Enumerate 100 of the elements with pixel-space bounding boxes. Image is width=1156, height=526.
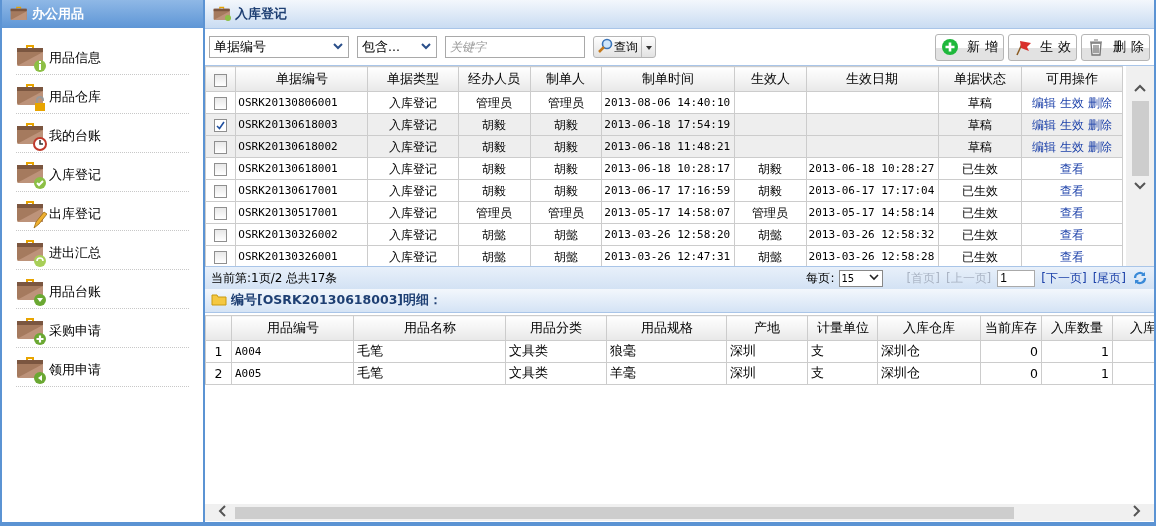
action-link[interactable]: 编辑 bbox=[1031, 117, 1056, 132]
field-select[interactable]: 单据编号 bbox=[209, 36, 349, 58]
scrollbar-thumb[interactable] bbox=[235, 506, 1014, 519]
table-cell: 胡懿 bbox=[758, 249, 783, 264]
checkbox[interactable] bbox=[214, 118, 228, 132]
action-link[interactable]: 编辑 bbox=[1031, 139, 1056, 154]
column-header[interactable]: 用品规格 bbox=[606, 315, 727, 341]
action-link[interactable]: 查看 bbox=[1059, 183, 1084, 198]
table-cell: 胡毅 bbox=[758, 183, 783, 198]
sidebar-item[interactable]: 入库登记 bbox=[16, 153, 189, 192]
column-header[interactable]: 制单时间 bbox=[601, 66, 735, 92]
vertical-scrollbar[interactable] bbox=[1126, 66, 1154, 266]
table-row[interactable]: OSRK20130617001 入库登记 胡毅 胡毅 2013-06-17 17:16:59 胡毅 2013-06-17 17:17:04 已生效 查看 bbox=[205, 179, 1123, 202]
status-text: 已生效 bbox=[961, 161, 998, 176]
table-cell: 管理员 bbox=[476, 95, 513, 110]
search-icon bbox=[597, 37, 613, 54]
page-number-field[interactable]: 1 bbox=[997, 269, 1036, 287]
table-cell: 支 bbox=[811, 365, 824, 380]
table-cell: 胡懿 bbox=[758, 227, 783, 242]
table-cell: A004 bbox=[235, 345, 262, 358]
column-header[interactable]: 用品分类 bbox=[505, 315, 607, 341]
table-cell: 文具类 bbox=[509, 343, 548, 358]
action-link[interactable]: 生效 bbox=[1059, 139, 1084, 154]
table-row[interactable]: OSRK20130517001 入库登记 管理员 管理员 2013-05-17 14:58:07 管理员 2013-05-17 14:58:14 已生效 查看 bbox=[205, 201, 1123, 224]
column-header[interactable]: 生效日期 bbox=[806, 66, 939, 92]
status-text: 草稿 bbox=[967, 139, 992, 154]
pager-link[interactable]: [下一页] bbox=[1041, 269, 1087, 287]
checkbox[interactable] bbox=[214, 73, 228, 87]
column-header[interactable]: 入库仓库 bbox=[877, 315, 981, 341]
chevron-down-icon bbox=[420, 41, 432, 51]
table-row[interactable]: OSRK20130618003 入库登记 胡毅 胡毅 2013-06-18 17:54:19 草稿 编辑 生效 删除 bbox=[205, 113, 1123, 136]
column-header[interactable]: 当前库存 bbox=[980, 315, 1042, 341]
delete-button[interactable]: 删 除 bbox=[1081, 33, 1150, 61]
sidebar-item[interactable]: 领用申请 bbox=[16, 348, 189, 387]
checkbox[interactable] bbox=[214, 140, 228, 154]
column-header[interactable]: 入库数量 bbox=[1041, 315, 1113, 341]
briefcase-icon bbox=[16, 354, 47, 385]
sidebar-item[interactable]: 用品仓库 bbox=[16, 75, 189, 114]
checkbox[interactable] bbox=[214, 206, 228, 220]
column-header[interactable]: 经办人员 bbox=[458, 66, 530, 92]
document-number: OSRK20130806001 bbox=[238, 95, 338, 109]
table-cell: 胡懿 bbox=[553, 249, 578, 264]
sidebar-item[interactable]: 用品信息 bbox=[16, 36, 189, 75]
action-link[interactable]: 生效 bbox=[1059, 95, 1084, 110]
table-row[interactable]: OSRK20130806001 入库登记 管理员 管理员 2013-08-06 14:40:10 草稿 编辑 生效 删除 bbox=[205, 91, 1123, 114]
action-link[interactable]: 生效 bbox=[1059, 117, 1084, 132]
document-number: OSRK20130617001 bbox=[238, 183, 338, 197]
sidebar-item[interactable]: 用品台账 bbox=[16, 270, 189, 309]
page-size-select[interactable]: 15 bbox=[838, 269, 883, 287]
table-cell: 2013-06-18 10:28:27 bbox=[808, 161, 935, 175]
table-cell: 2013-06-17 17:17:04 bbox=[808, 183, 935, 197]
action-link[interactable]: 查看 bbox=[1059, 249, 1084, 264]
column-header[interactable]: 单据类型 bbox=[367, 66, 459, 92]
checkbox[interactable] bbox=[214, 96, 228, 110]
column-header[interactable]: 计量单位 bbox=[807, 315, 878, 341]
chevron-down-icon bbox=[867, 272, 880, 282]
horizontal-scrollbar[interactable] bbox=[205, 504, 1154, 521]
table-row[interactable]: OSRK20130618002 入库登记 胡毅 胡毅 2013-06-18 11:48:21 草稿 编辑 生效 删除 bbox=[205, 135, 1123, 158]
column-header[interactable]: 用品编号 bbox=[231, 315, 354, 341]
table-cell: 入库登记 bbox=[388, 139, 437, 154]
activate-button[interactable]: 生 效 bbox=[1008, 33, 1077, 61]
search-button[interactable]: 查询 bbox=[593, 36, 656, 58]
checkbox[interactable] bbox=[214, 228, 228, 242]
column-header[interactable]: 可用操作 bbox=[1021, 66, 1123, 92]
action-link[interactable]: 删除 bbox=[1087, 117, 1112, 132]
scrollbar-thumb[interactable] bbox=[1131, 101, 1149, 176]
pager-link[interactable]: [尾页] bbox=[1092, 269, 1126, 287]
column-header[interactable]: 制单人 bbox=[530, 66, 602, 92]
action-link[interactable]: 查看 bbox=[1059, 205, 1084, 220]
table-cell: 2013-06-17 17:16:59 bbox=[604, 183, 731, 197]
table-cell: 狼毫 bbox=[610, 343, 636, 358]
checkbox[interactable] bbox=[214, 162, 228, 176]
table-row[interactable]: OSRK20130326002 入库登记 胡懿 胡懿 2013-03-26 12:58:20 胡懿 2013-03-26 12:58:32 已生效 查看 bbox=[205, 223, 1123, 246]
action-link[interactable]: 查看 bbox=[1059, 227, 1084, 242]
column-header[interactable]: 单据编号 bbox=[235, 66, 368, 92]
column-header[interactable]: 产地 bbox=[726, 315, 808, 341]
column-header[interactable]: 用品名称 bbox=[353, 315, 506, 341]
table-row[interactable]: OSRK20130618001 入库登记 胡毅 胡毅 2013-06-18 10:28:17 胡毅 2013-06-18 10:28:27 已生效 查看 bbox=[205, 157, 1123, 180]
checkbox[interactable] bbox=[214, 184, 228, 198]
sidebar-item[interactable]: 采购申请 bbox=[16, 309, 189, 348]
sidebar-item[interactable]: 出库登记 bbox=[16, 192, 189, 231]
action-link[interactable]: 查看 bbox=[1059, 161, 1084, 176]
action-link[interactable]: 删除 bbox=[1087, 139, 1112, 154]
sidebar-item[interactable]: 进出汇总 bbox=[16, 231, 189, 270]
column-header[interactable]: 单据状态 bbox=[938, 66, 1022, 92]
status-text: 已生效 bbox=[961, 227, 998, 242]
action-link[interactable]: 删除 bbox=[1087, 95, 1112, 110]
table-cell: 2013-03-26 12:58:20 bbox=[604, 227, 731, 241]
table-cell: 2013-06-18 10:28:17 bbox=[604, 161, 731, 175]
sidebar-item[interactable]: 我的台账 bbox=[16, 114, 189, 153]
action-link[interactable]: 编辑 bbox=[1031, 95, 1056, 110]
checkbox[interactable] bbox=[214, 250, 228, 264]
briefcase-icon bbox=[10, 4, 28, 21]
operator-select[interactable]: 包含... bbox=[357, 36, 437, 58]
add-button[interactable]: 新 增 bbox=[935, 33, 1004, 61]
keyword-field[interactable]: 关键字 bbox=[445, 36, 585, 58]
document-number: OSRK20130326001 bbox=[238, 249, 338, 263]
table-row[interactable]: OSRK20130326001 入库登记 胡懿 胡懿 2013-03-26 12:47:31 胡懿 2013-03-26 12:58:28 已生效 查看 bbox=[205, 245, 1123, 266]
chevron-right-icon bbox=[1130, 504, 1142, 518]
column-header[interactable]: 生效人 bbox=[734, 66, 806, 92]
